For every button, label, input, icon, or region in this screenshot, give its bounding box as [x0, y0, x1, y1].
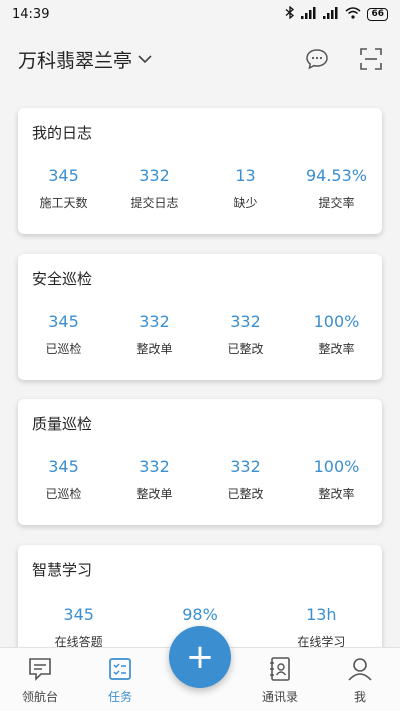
stat-label: 整改率 [318, 487, 355, 501]
stat-item: 13h 在线学习 [261, 605, 382, 650]
stat-item: 345 已巡检 [18, 457, 109, 502]
stat-label: 已整改 [227, 342, 264, 356]
stat-item: 100% 整改率 [291, 312, 382, 357]
stat-value: 345 [48, 457, 79, 476]
safety-card[interactable]: 安全巡检 345 已巡检 332 整改单 332 已整改 100% 整改率 [18, 254, 382, 380]
stat-label: 已整改 [227, 487, 264, 501]
stat-value: 332 [139, 457, 170, 476]
stat-value: 345 [63, 605, 94, 624]
log-card[interactable]: 我的日志 345 施工天数 332 提交日志 13 缺少 94.53% 提交率 [18, 108, 382, 234]
stat-item: 94.53% 提交率 [291, 166, 382, 211]
stat-item: 345 已巡检 [18, 312, 109, 357]
chevron-down-icon[interactable] [138, 54, 152, 64]
add-button[interactable]: + [169, 626, 231, 688]
stat-value: 13 [235, 166, 256, 185]
stat-value: 332 [139, 312, 170, 331]
stat-item: 345 在线答题 [18, 605, 139, 650]
stat-label: 已巡检 [45, 487, 82, 501]
signal-icon [301, 6, 317, 22]
task-list-icon [105, 654, 135, 684]
stat-value: 13h [306, 605, 337, 624]
user-icon [345, 654, 375, 684]
stat-item: 13 缺少 [200, 166, 291, 211]
quality-card[interactable]: 质量巡检 345 已巡检 332 整改单 332 已整改 100% 整改率 [18, 399, 382, 525]
message-icon[interactable] [304, 46, 330, 72]
stats-row: 345 施工天数 332 提交日志 13 缺少 94.53% 提交率 [18, 166, 382, 211]
project-title[interactable]: 万科翡翠兰亭 [18, 46, 132, 73]
stat-label: 整改单 [136, 487, 173, 501]
battery-icon: 66 [367, 7, 388, 21]
stat-item: 345 施工天数 [18, 166, 109, 211]
stat-item: 100% 整改率 [291, 457, 382, 502]
stats-row: 345 已巡检 332 整改单 332 已整改 100% 整改率 [18, 457, 382, 502]
tab-navigator[interactable]: 领航台 [0, 648, 80, 711]
stat-item: 332 整改单 [109, 457, 200, 502]
card-title: 智慧学习 [32, 561, 93, 579]
stat-label: 施工天数 [39, 196, 88, 210]
stat-value: 332 [139, 166, 170, 185]
card-title: 质量巡检 [32, 415, 93, 433]
scan-icon[interactable] [358, 46, 384, 72]
stat-value: 332 [230, 457, 261, 476]
stat-value: 332 [230, 312, 261, 331]
card-title: 我的日志 [32, 124, 93, 142]
stat-item: 332 提交日志 [109, 166, 200, 211]
tab-me[interactable]: 我 [320, 648, 400, 711]
tab-label: 任务 [107, 690, 132, 704]
status-time: 14:39 [12, 6, 50, 22]
tab-label: 领航台 [21, 690, 58, 704]
stat-value: 100% [313, 457, 360, 476]
stat-label: 缺少 [233, 196, 258, 210]
tab-label: 通讯录 [261, 690, 298, 704]
stat-label: 提交率 [318, 196, 355, 210]
stat-value: 94.53% [305, 166, 367, 185]
stat-value: 345 [48, 312, 79, 331]
stat-label: 已巡检 [45, 342, 82, 356]
header: 万科翡翠兰亭 [0, 28, 400, 90]
stat-value: 100% [313, 312, 360, 331]
stat-label: 整改率 [318, 342, 355, 356]
bluetooth-icon [285, 5, 295, 22]
stat-item: 332 已整改 [200, 312, 291, 357]
signal-icon-2 [323, 6, 339, 22]
tab-tasks[interactable]: 任务 [80, 648, 160, 711]
stat-item: 332 已整改 [200, 457, 291, 502]
stat-label: 整改单 [136, 342, 173, 356]
stat-value: 98% [182, 605, 218, 624]
card-title: 安全巡检 [32, 270, 93, 288]
contacts-icon [265, 654, 295, 684]
stat-value: 345 [48, 166, 79, 185]
status-icons: 66 [285, 5, 388, 22]
wifi-icon [345, 6, 361, 22]
stats-row: 345 已巡检 332 整改单 332 已整改 100% 整改率 [18, 312, 382, 357]
status-bar: 14:39 66 [0, 0, 400, 28]
stat-item: 332 整改单 [109, 312, 200, 357]
stat-label: 提交日志 [130, 196, 179, 210]
dashboard-icon [25, 654, 55, 684]
tab-label: 我 [353, 690, 366, 704]
tab-contacts[interactable]: 通讯录 [240, 648, 320, 711]
